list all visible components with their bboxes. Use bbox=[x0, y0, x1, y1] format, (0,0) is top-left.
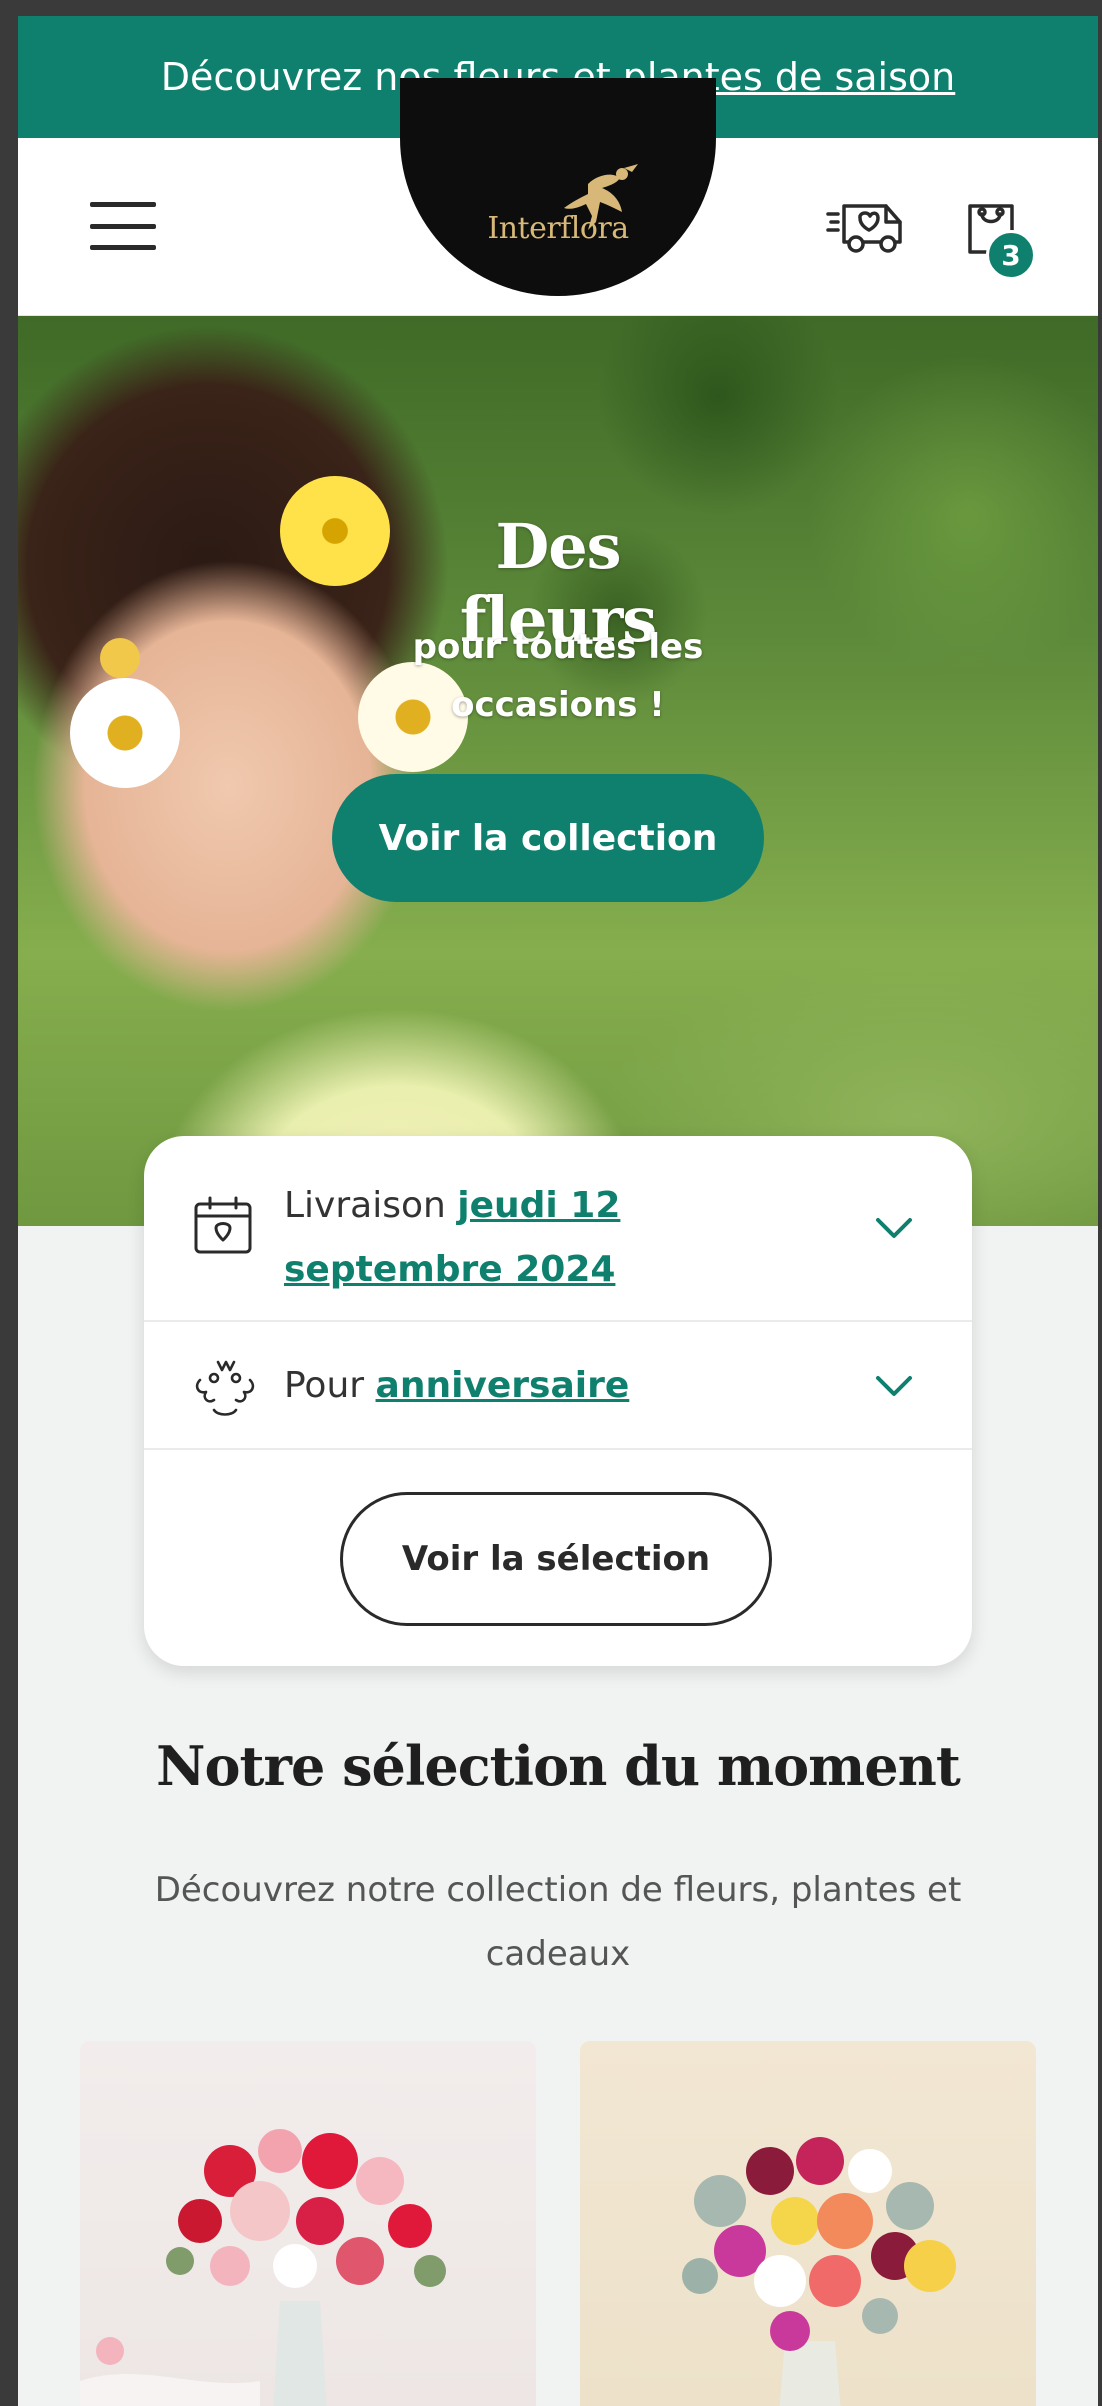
product-image bbox=[80, 2129, 446, 2406]
product-image bbox=[682, 2137, 956, 2406]
hero-subtitle: pour toutes les occasions ! bbox=[378, 618, 738, 734]
mercury-figure-icon bbox=[564, 164, 638, 230]
delivery-filter-card: Livraison jeudi 12 septembre 2024 Pour a… bbox=[144, 1136, 972, 1666]
hero-foliage bbox=[18, 316, 1098, 1226]
delivery-label: Livraison bbox=[284, 1185, 446, 1226]
flower-wreath-icon bbox=[195, 1360, 255, 1416]
occasion-label: Pour bbox=[284, 1365, 365, 1406]
hero-flower bbox=[70, 678, 180, 788]
product-card[interactable] bbox=[580, 2041, 1036, 2406]
site-header: Interflora 3 bbox=[18, 78, 1098, 316]
cart-count-badge: 3 bbox=[986, 230, 1036, 280]
calendar-icon bbox=[194, 1196, 252, 1254]
hero-subtitle-line1: pour toutes les bbox=[412, 627, 704, 667]
product-card[interactable] bbox=[80, 2041, 536, 2406]
page: Découvrez nos fleurs et plantes de saiso… bbox=[18, 16, 1098, 2406]
hero-banner: Des fleurs pour toutes les occasions ! V… bbox=[18, 316, 1098, 1226]
delivery-date-text: Livraison jeudi 12 septembre 2024 bbox=[284, 1174, 844, 1302]
menu-icon[interactable] bbox=[90, 202, 156, 250]
hero-flower bbox=[280, 476, 390, 586]
section-title: Notre sélection du moment bbox=[156, 1734, 961, 1798]
chevron-down-icon[interactable] bbox=[874, 1216, 914, 1242]
occasion-row[interactable]: Pour anniversaire bbox=[144, 1322, 972, 1450]
see-collection-button[interactable]: Voir la collection bbox=[332, 774, 764, 902]
delivery-truck-icon[interactable] bbox=[826, 198, 910, 256]
hero-subtitle-line2: occasions ! bbox=[451, 685, 665, 725]
hero-flower bbox=[100, 638, 140, 678]
logo[interactable]: Interflora bbox=[400, 78, 716, 296]
see-selection-button[interactable]: Voir la sélection bbox=[340, 1492, 772, 1626]
occasion-link[interactable]: anniversaire bbox=[376, 1365, 630, 1406]
occasion-text: Pour anniversaire bbox=[284, 1354, 629, 1418]
section-subtitle: Découvrez notre collection de fleurs, pl… bbox=[154, 1870, 962, 1974]
chevron-down-icon[interactable] bbox=[874, 1374, 914, 1400]
delivery-date-row[interactable]: Livraison jeudi 12 septembre 2024 bbox=[144, 1136, 972, 1322]
